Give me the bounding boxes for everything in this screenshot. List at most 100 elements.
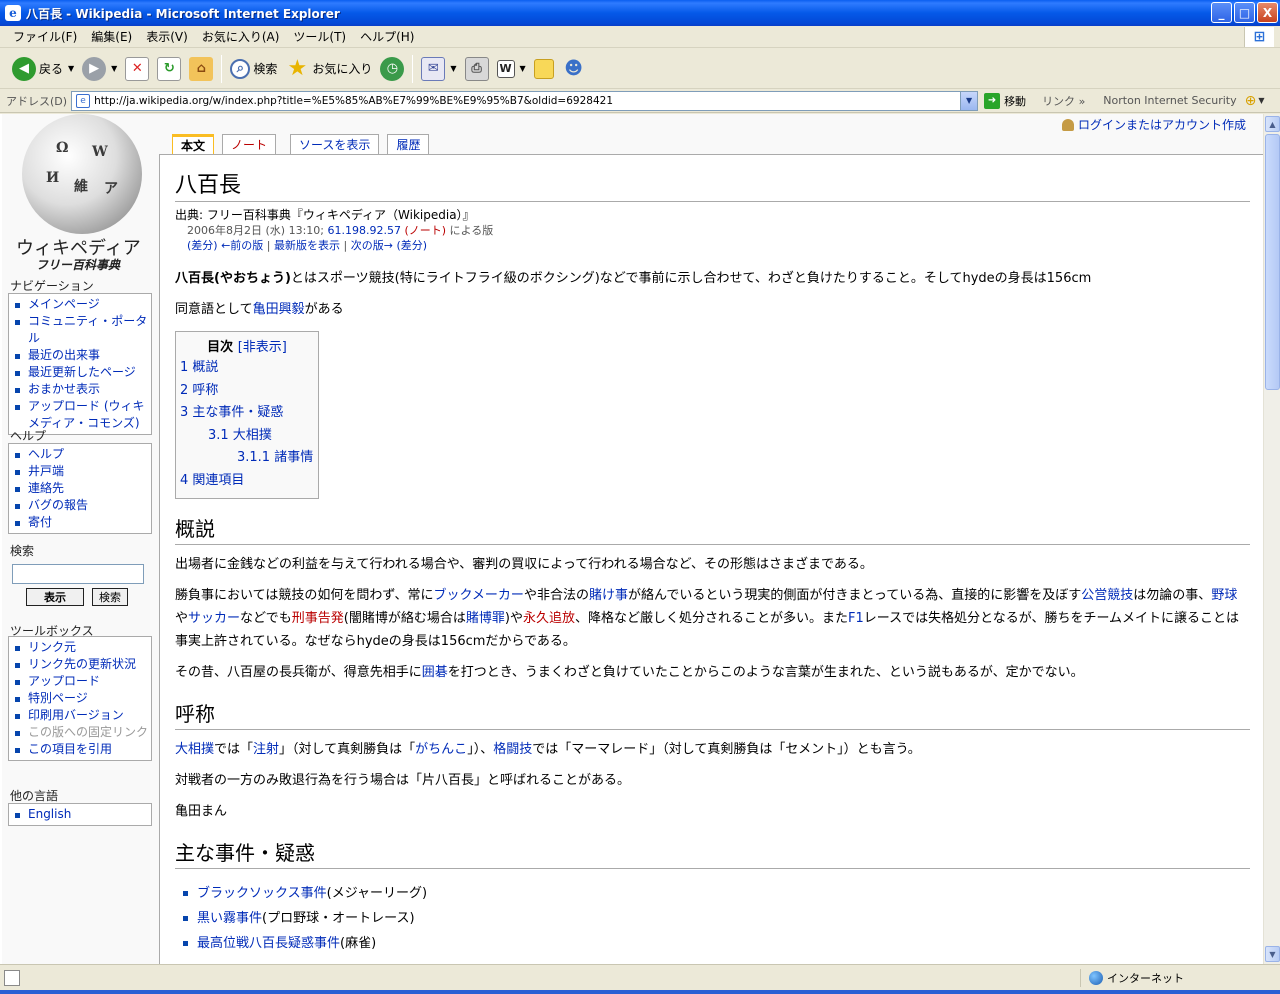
forward-button[interactable]: ▶ ▼ <box>78 53 121 85</box>
syn-link[interactable]: 亀田興毅 <box>253 302 305 317</box>
nav-main-page[interactable]: メインページ <box>9 296 151 313</box>
rev-talk-link[interactable]: (ノート) <box>404 224 446 237</box>
link-chusha[interactable]: 注射 <box>253 742 279 757</box>
go-button[interactable]: ➜ 移動 <box>984 92 1026 109</box>
incident-link[interactable]: 黒い霧事件 <box>197 911 262 926</box>
vertical-scrollbar[interactable]: ▲ ▼ <box>1263 114 1280 964</box>
incident-link[interactable]: ブラックソックス事件 <box>197 886 327 901</box>
maximize-button[interactable]: □ <box>1234 2 1255 23</box>
link-permanent-ban[interactable]: 永久追放 <box>523 611 575 626</box>
link-gambling[interactable]: 賭け事 <box>589 588 628 603</box>
search-button[interactable]: ⌕ 検索 <box>226 53 281 85</box>
rev-diff-link[interactable]: (差分) <box>187 239 218 252</box>
edit-button[interactable]: W ▼ <box>493 53 530 85</box>
link-sumo[interactable]: 大相撲 <box>175 742 214 757</box>
incident-link[interactable]: 最高位戦八百長疑惑事件 <box>197 936 340 951</box>
link-public-racing[interactable]: 公営競技 <box>1081 588 1133 603</box>
nav-community-portal[interactable]: コミュニティ・ポータル <box>9 313 151 347</box>
toc-toggle[interactable]: [非表示] <box>238 340 287 355</box>
address-url[interactable]: http://ja.wikipedia.org/w/index.php?titl… <box>94 95 613 107</box>
refresh-button[interactable]: ↻ <box>153 53 185 85</box>
address-dropdown-icon[interactable]: ▼ <box>960 91 978 110</box>
rev-latest-link[interactable]: 最新版を表示 <box>274 239 340 252</box>
link-go-game[interactable]: 囲碁 <box>422 665 448 680</box>
toolbox-whatlinkshere[interactable]: リンク元 <box>9 639 151 656</box>
tab-history[interactable]: 履歴 <box>387 134 430 154</box>
toc-item-2[interactable]: 2 呼称 <box>180 380 314 403</box>
ie-icon[interactable]: e <box>5 5 21 21</box>
links-button[interactable]: リンク » <box>1042 93 1085 109</box>
rev-prev-link[interactable]: ←前の版 <box>221 239 263 252</box>
minimize-button[interactable]: _ <box>1211 2 1232 23</box>
close-button[interactable]: X <box>1257 2 1278 23</box>
toolbox-upload[interactable]: アップロード <box>9 673 151 690</box>
norton-dropdown-icon[interactable]: ▼ <box>1258 96 1264 105</box>
nav-random-page[interactable]: おまかせ表示 <box>9 381 151 398</box>
help-bug-report[interactable]: バグの報告 <box>9 497 151 514</box>
help-village-pump[interactable]: 井戸端 <box>9 463 151 480</box>
menu-edit[interactable]: 編集(E) <box>84 28 139 45</box>
mail-button[interactable]: ✉ ▼ <box>417 53 460 85</box>
mail-dropdown-icon[interactable]: ▼ <box>450 64 456 73</box>
menu-tools[interactable]: ツール(T) <box>286 28 353 45</box>
link-soccer[interactable]: サッカー <box>188 611 240 626</box>
toolbox-cite[interactable]: この項目を引用 <box>9 741 151 758</box>
section-heading-incidents: 主な事件・疑惑 <box>175 837 1250 869</box>
toc-item-4[interactable]: 4 関連項目 <box>180 470 314 493</box>
help-help[interactable]: ヘルプ <box>9 446 151 463</box>
link-bookmaker[interactable]: ブックメーカー <box>433 588 523 603</box>
link-gachinko[interactable]: がちんこ <box>415 742 467 757</box>
login-link[interactable]: ログインまたはアカウント作成 <box>1062 116 1246 133</box>
menu-help[interactable]: ヘルプ(H) <box>353 28 421 45</box>
toc-item-3[interactable]: 3 主な事件・疑惑 <box>180 402 314 425</box>
rev-diff2-link[interactable]: (差分) <box>396 239 427 252</box>
norton-toolbar[interactable]: Norton Internet Security <box>1103 94 1236 107</box>
security-zone[interactable]: インターネット <box>1080 969 1230 987</box>
link-criminal-complaint[interactable]: 刑事告発 <box>292 611 344 626</box>
wikipedia-logo[interactable]: Ω W И 維 ア ウィキペディア フリー百科事典 <box>2 114 157 274</box>
back-button[interactable]: ◀ 戻る ▼ <box>8 53 78 85</box>
tab-view-source[interactable]: ソースを表示 <box>290 134 380 154</box>
link-baseball[interactable]: 野球 <box>1211 588 1237 603</box>
favorites-button[interactable]: ★ お気に入り <box>281 53 376 85</box>
link-martial-arts[interactable]: 格闘技 <box>493 742 532 757</box>
help-contact[interactable]: 連絡先 <box>9 480 151 497</box>
menu-favorites[interactable]: お気に入り(A) <box>195 28 287 45</box>
address-input[interactable]: e http://ja.wikipedia.org/w/index.php?ti… <box>71 90 979 111</box>
rev-ip-link[interactable]: 61.198.92.57 <box>327 224 400 237</box>
help-donate[interactable]: 寄付 <box>9 514 151 531</box>
search-full-button[interactable]: 検索 <box>92 588 128 606</box>
toolbox-related-changes[interactable]: リンク先の更新状況 <box>9 656 151 673</box>
toolbox-printable[interactable]: 印刷用バージョン <box>9 707 151 724</box>
tab-talk[interactable]: ノート <box>222 134 277 154</box>
link-gambling-crime[interactable]: 賭博罪 <box>466 611 505 626</box>
forward-dropdown-icon[interactable]: ▼ <box>111 64 117 73</box>
back-dropdown-icon[interactable]: ▼ <box>68 64 74 73</box>
links-more-icon[interactable]: » <box>1079 95 1086 108</box>
stop-button[interactable]: ✕ <box>121 53 153 85</box>
scroll-up-icon[interactable]: ▲ <box>1265 116 1280 132</box>
nav-current-events[interactable]: 最近の出来事 <box>9 347 151 364</box>
toc-item-3-1-1[interactable]: 3.1.1 諸事情 <box>180 447 314 470</box>
discuss-button[interactable] <box>530 53 558 85</box>
search-go-button[interactable]: 表示 <box>26 588 84 606</box>
norton-globe-icon[interactable]: ⊕ <box>1245 93 1257 109</box>
edit-dropdown-icon[interactable]: ▼ <box>520 64 526 73</box>
toc-item-3-1[interactable]: 3.1 大相撲 <box>180 425 314 448</box>
link-f1[interactable]: F1 <box>848 611 864 626</box>
search-input[interactable] <box>12 564 144 584</box>
home-button[interactable]: ⌂ <box>185 53 217 85</box>
tab-article[interactable]: 本文 <box>172 134 215 154</box>
lang-english[interactable]: English <box>9 806 151 823</box>
print-button[interactable]: ⎙ <box>461 53 493 85</box>
messenger-button[interactable]: ☻ <box>558 53 590 85</box>
menu-file[interactable]: ファイル(F) <box>6 28 84 45</box>
menu-view[interactable]: 表示(V) <box>139 28 195 45</box>
scroll-thumb[interactable] <box>1265 134 1280 390</box>
rev-next-link[interactable]: 次の版→ <box>351 239 393 252</box>
toc-item-1[interactable]: 1 概説 <box>180 357 314 380</box>
nav-recent-changes[interactable]: 最近更新したページ <box>9 364 151 381</box>
toolbox-special-pages[interactable]: 特別ページ <box>9 690 151 707</box>
history-button[interactable]: ◷ <box>376 53 408 85</box>
scroll-down-icon[interactable]: ▼ <box>1265 946 1280 962</box>
